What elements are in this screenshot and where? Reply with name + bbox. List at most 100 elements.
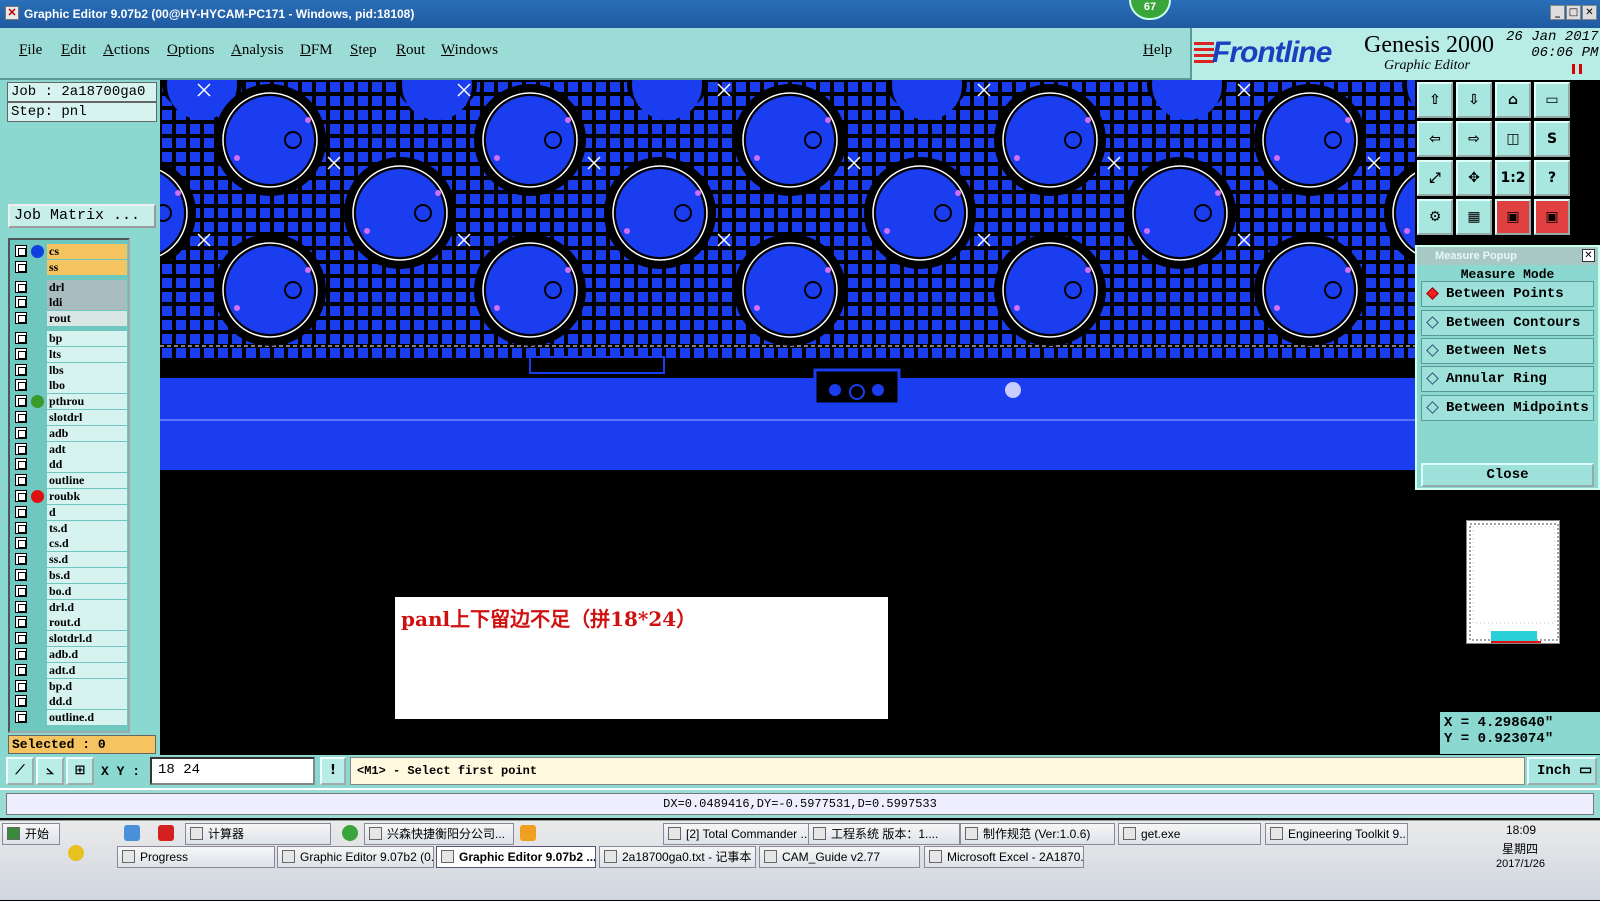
layer-row-bs-d[interactable]: bs.d (12, 568, 128, 583)
center-icon[interactable]: ✥ (1456, 160, 1492, 196)
fit-icon[interactable]: ⤢ (1417, 160, 1453, 196)
layer-row-adb[interactable]: adb (12, 425, 128, 441)
option-between-nets[interactable]: Between Nets (1421, 338, 1594, 364)
layer-checkbox[interactable] (15, 458, 27, 471)
layer-row-bp[interactable]: bp (12, 331, 128, 346)
layer-row-bp-d[interactable]: bp.d (12, 678, 128, 694)
menu-dfm[interactable]: DFM (300, 42, 333, 59)
layers-red-icon[interactable]: ▣ (1495, 199, 1531, 235)
close-button[interactable]: ✕ (1582, 5, 1597, 20)
taskbar-item-row1-1[interactable]: 兴森快捷衡阳分公司... (364, 823, 514, 845)
job-matrix-button[interactable]: Job Matrix ... (8, 204, 156, 228)
start-button[interactable]: 开始 (2, 823, 60, 845)
layer-row-cs-d[interactable]: cs.d (12, 536, 128, 552)
layer-checkbox[interactable] (15, 505, 27, 518)
layer-checkbox[interactable] (15, 363, 27, 376)
measure-popup-close-icon[interactable]: ✕ (1582, 249, 1595, 262)
layer-row-ts-d[interactable]: ts.d (12, 520, 128, 536)
layer-row-rout[interactable]: rout (12, 311, 128, 327)
taskbar-item-row2-2[interactable]: Graphic Editor 9.07b2 ... (436, 846, 596, 868)
taskbar-item-row2-4[interactable]: CAM_Guide v2.77 (759, 846, 920, 868)
taskbar-item-row1-3[interactable]: 工程系统 版本：1.... (808, 823, 960, 845)
layer-checkbox[interactable] (15, 632, 27, 645)
menu-edit[interactable]: Edit (61, 42, 86, 59)
layer-checkbox[interactable] (15, 379, 27, 392)
menu-step[interactable]: Step (350, 42, 377, 59)
layer-row-outline-d[interactable]: outline.d (12, 710, 128, 726)
frame-icon[interactable]: ▭ (1534, 82, 1570, 118)
unit-selector[interactable]: Inch ▭ (1527, 757, 1597, 785)
layer-row-drl[interactable]: drl (12, 279, 128, 295)
layer-row-lbs[interactable]: lbs (12, 362, 128, 378)
layer-checkbox[interactable] (15, 569, 27, 581)
taskbar-item-row1-2[interactable]: [2] Total Commander ... (663, 823, 811, 845)
layers-red2-icon[interactable]: ▣ (1534, 199, 1570, 235)
layer-checkbox[interactable] (15, 695, 27, 708)
pdf-icon[interactable] (158, 825, 174, 841)
layer-row-adt-d[interactable]: adt.d (12, 662, 128, 678)
layer-checkbox[interactable] (15, 411, 27, 423)
layer-checkbox[interactable] (15, 260, 27, 273)
layer-row-cs[interactable]: cs (12, 244, 128, 259)
layer-row-d[interactable]: d (12, 504, 128, 520)
layer-row-bo-d[interactable]: bo.d (12, 583, 128, 599)
layer-checkbox[interactable] (15, 616, 27, 629)
snap-edge-button[interactable]: ⟋ (6, 757, 34, 785)
layer-checkbox[interactable] (15, 711, 27, 724)
taskbar-item-row1-5[interactable]: get.exe (1118, 823, 1261, 845)
layer-row-adt[interactable]: adt (12, 441, 128, 457)
taskbar-item-row2-0[interactable]: Progress (117, 846, 275, 868)
flower-icon[interactable] (68, 845, 84, 861)
back-icon[interactable]: ⇦ (1417, 121, 1453, 157)
taskbar-item-row1-6[interactable]: Engineering Toolkit 9.... (1265, 823, 1408, 845)
layer-row-ss-d[interactable]: ss.d (12, 552, 128, 568)
layer-checkbox[interactable] (15, 474, 27, 487)
layer-row-ldi[interactable]: ldi (12, 295, 128, 311)
settings-icon[interactable]: ⚙ (1417, 199, 1453, 235)
layer-checkbox[interactable] (15, 648, 27, 660)
layer-checkbox[interactable] (15, 584, 27, 597)
layer-checkbox[interactable] (15, 426, 27, 439)
home-icon[interactable]: ⌂ (1495, 82, 1531, 118)
taskbar-item-row2-3[interactable]: 2a18700ga0.txt - 记事本 (599, 846, 756, 868)
option-between-contours[interactable]: Between Contours (1421, 310, 1594, 336)
layer-row-roubk[interactable]: roubk (12, 489, 128, 504)
layer-checkbox[interactable] (15, 280, 27, 293)
measure-close-button[interactable]: Close (1421, 463, 1594, 487)
taskbar-item-row1-0[interactable]: 计算器 (185, 823, 331, 845)
menu-file[interactable]: File (19, 42, 42, 59)
layer-checkbox[interactable] (15, 490, 27, 502)
option-between-points[interactable]: Between Points (1421, 281, 1594, 307)
layer-checkbox[interactable] (15, 521, 27, 534)
info-button[interactable]: ! (320, 757, 346, 785)
menu-help[interactable]: Help (1143, 42, 1172, 59)
layer-row-rout-d[interactable]: rout.d (12, 615, 128, 631)
scale-icon[interactable]: 1:2 (1495, 160, 1531, 196)
layer-row-adb-d[interactable]: adb.d (12, 647, 128, 662)
layer-checkbox[interactable] (15, 679, 27, 692)
move-up-icon[interactable]: ⇧ (1417, 82, 1453, 118)
window-icon[interactable]: ◫ (1495, 121, 1531, 157)
help-icon[interactable]: ? (1534, 160, 1570, 196)
taskbar-item-row1-4[interactable]: 制作规范 (Ver:1.0.6) (960, 823, 1115, 845)
star-app-icon[interactable] (520, 825, 536, 841)
layer-checkbox[interactable] (15, 245, 27, 257)
layer-row-drl-d[interactable]: drl.d (12, 599, 128, 615)
minimap[interactable] (1466, 520, 1560, 644)
layer-row-pthrou[interactable]: pthrou (12, 394, 128, 410)
ie-icon[interactable] (342, 825, 358, 841)
layer-checkbox[interactable] (15, 442, 27, 455)
layer-checkbox[interactable] (15, 312, 27, 325)
snap-grid-button[interactable]: ⊞ (66, 757, 94, 785)
layer-row-ss[interactable]: ss (12, 259, 128, 275)
layer-row-slotdrl[interactable]: slotdrl (12, 410, 128, 425)
maximize-button[interactable]: □ (1566, 5, 1581, 20)
menu-actions[interactable]: Actions (103, 42, 150, 59)
quicklaunch-app-icon[interactable] (124, 825, 140, 841)
layer-checkbox[interactable] (15, 600, 27, 613)
layer-row-slotdrl-d[interactable]: slotdrl.d (12, 631, 128, 647)
move-down-icon[interactable]: ⇩ (1456, 82, 1492, 118)
xy-input[interactable]: 18 24 (150, 757, 315, 785)
grid-icon[interactable]: ▦ (1456, 199, 1492, 235)
menu-options[interactable]: Options (167, 42, 215, 59)
